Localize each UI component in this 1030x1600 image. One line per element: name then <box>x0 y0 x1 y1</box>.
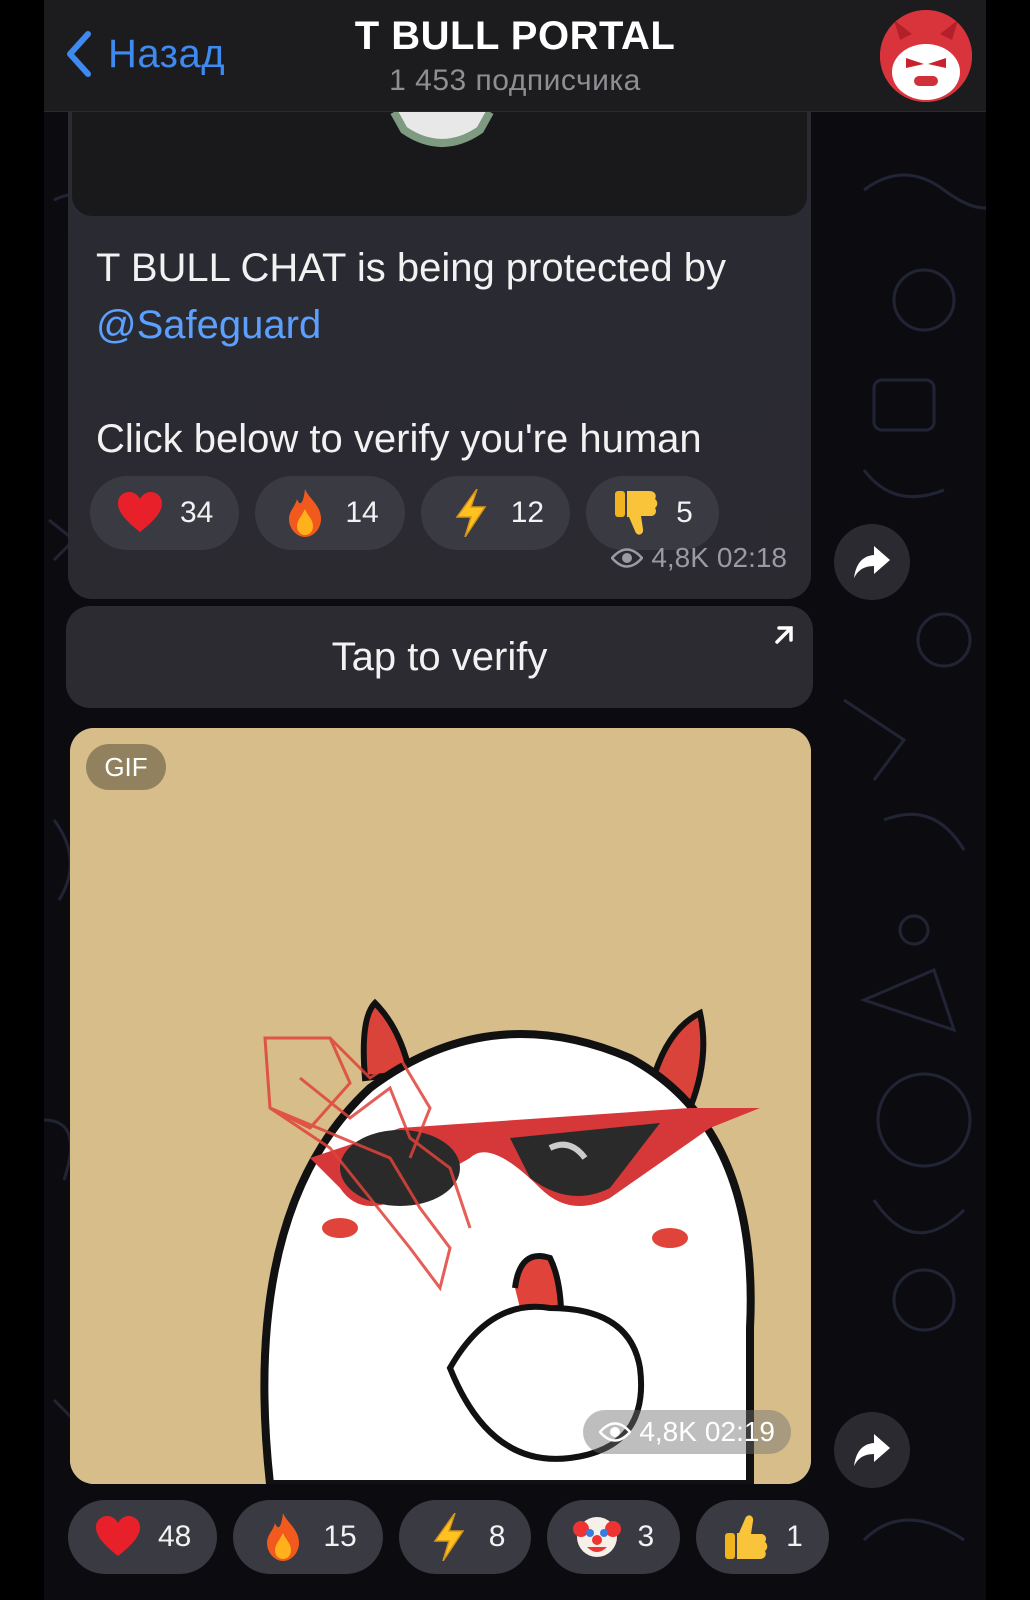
reaction-clown[interactable]: 3 <box>547 1500 681 1574</box>
clown-icon <box>573 1513 622 1561</box>
subscriber-count: 1 453 подписчика <box>389 64 641 97</box>
heart-icon <box>116 489 164 537</box>
gif-message[interactable]: GIF 4,8K 02:19 <box>70 728 811 1484</box>
fire-icon <box>281 489 329 537</box>
lightning-icon <box>447 489 495 537</box>
external-arrow-icon <box>775 626 793 644</box>
reactions-row: 48 15 8 3 1 <box>68 1500 829 1574</box>
channel-avatar[interactable] <box>880 10 972 102</box>
thumbs-down-icon <box>612 489 660 537</box>
message-bubble: T BULL CHAT is being protected by @Safeg… <box>68 112 811 599</box>
reaction-count: 14 <box>345 496 379 529</box>
safeguard-mention-link[interactable]: @Safeguard <box>96 297 796 354</box>
reaction-count: 15 <box>323 1520 357 1553</box>
view-count: 4,8K <box>639 1416 697 1447</box>
share-button[interactable] <box>834 524 910 600</box>
devil-sunglasses-gif <box>70 728 811 1484</box>
reaction-thumbs-up[interactable]: 1 <box>696 1500 829 1574</box>
eye-icon <box>599 1422 632 1442</box>
gif-badge: GIF <box>86 744 166 790</box>
eye-icon <box>611 548 644 568</box>
reaction-lightning[interactable]: 12 <box>420 476 571 550</box>
reaction-fire[interactable]: 15 <box>233 1500 383 1574</box>
share-button[interactable] <box>834 1412 910 1488</box>
reaction-count: 1 <box>786 1520 803 1553</box>
message-meta: 4,8K 02:18 <box>611 542 787 574</box>
fire-icon <box>259 1513 307 1561</box>
reaction-count: 3 <box>637 1520 655 1553</box>
reaction-count: 48 <box>158 1520 192 1553</box>
verify-label: Tap to verify <box>331 634 548 679</box>
message-text-line: Click below to verify you're human <box>96 417 702 461</box>
message-text-line: T BULL CHAT is being protected by <box>96 246 726 290</box>
reaction-fire[interactable]: 14 <box>255 476 405 550</box>
reaction-lightning[interactable]: 8 <box>398 1500 532 1574</box>
chat-screen: Назад T BULL PORTAL 1 453 подписчика T B… <box>44 0 986 1600</box>
shield-icon <box>390 112 494 147</box>
reaction-heart[interactable]: 48 <box>68 1500 218 1574</box>
heart-icon <box>94 1513 142 1561</box>
devil-avatar-icon <box>880 10 972 102</box>
reaction-heart[interactable]: 34 <box>90 476 240 550</box>
reaction-count: 5 <box>676 496 693 529</box>
share-arrow-icon <box>854 1434 890 1466</box>
view-count: 4,8K <box>651 542 709 573</box>
message-meta: 4,8K 02:19 <box>583 1410 791 1454</box>
thumbs-up-icon <box>722 1513 770 1561</box>
message-time: 02:18 <box>716 542 787 573</box>
share-arrow-icon <box>854 546 890 578</box>
chat-header: Назад T BULL PORTAL 1 453 подписчика <box>44 0 986 112</box>
reaction-count: 8 <box>488 1520 506 1553</box>
lightning-icon <box>425 1513 473 1561</box>
message-time: 02:19 <box>704 1416 775 1447</box>
message-image <box>72 112 807 216</box>
channel-title[interactable]: T BULL PORTAL <box>44 14 986 59</box>
reaction-count: 12 <box>510 496 545 529</box>
verify-button[interactable]: Tap to verify <box>66 606 813 708</box>
reactions-row: 34 14 12 5 <box>90 476 719 550</box>
reaction-thumbs-down[interactable]: 5 <box>586 476 719 550</box>
reaction-count: 34 <box>180 496 214 529</box>
message-text: T BULL CHAT is being protected by @Safeg… <box>96 240 796 468</box>
